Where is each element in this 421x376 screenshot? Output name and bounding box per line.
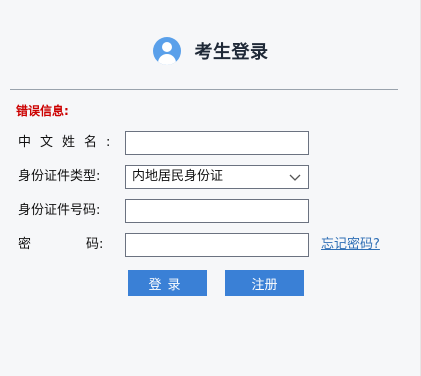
login-button[interactable]: 登录: [128, 270, 207, 296]
user-avatar-icon: [152, 37, 181, 65]
id-number-row: 身份证件号码:: [0, 199, 421, 223]
chinese-name-input[interactable]: [125, 131, 309, 155]
id-type-label: 身份证件类型:: [18, 169, 101, 184]
chinese-name-label: 中文姓名:: [18, 135, 120, 150]
login-header: 考生登录: [0, 34, 421, 68]
id-number-input[interactable]: [125, 199, 309, 223]
login-page: 考生登录 错误信息: 中文姓名: 身份证件类型: 内地居民身份证 身份证件号码:…: [0, 0, 421, 376]
page-title: 考生登录: [194, 42, 269, 63]
error-message-label: 错误信息:: [16, 104, 69, 118]
password-row: 密 码: 忘记密码?: [0, 233, 421, 257]
password-label: 密 码:: [18, 233, 103, 257]
password-label-part1: 密: [18, 237, 32, 252]
password-label-part2: 码:: [86, 237, 104, 252]
id-type-selected-value: 内地居民身份证: [132, 169, 224, 184]
id-type-select[interactable]: 内地居民身份证: [125, 165, 309, 189]
id-type-row: 身份证件类型: 内地居民身份证: [0, 165, 421, 189]
register-button[interactable]: 注册: [225, 270, 304, 296]
chevron-down-icon: [289, 174, 301, 181]
password-input[interactable]: [125, 233, 309, 257]
chinese-name-row: 中文姓名:: [0, 131, 421, 155]
header-divider: [10, 89, 398, 90]
id-number-label: 身份证件号码:: [18, 203, 101, 218]
forgot-password-link[interactable]: 忘记密码?: [321, 233, 380, 257]
